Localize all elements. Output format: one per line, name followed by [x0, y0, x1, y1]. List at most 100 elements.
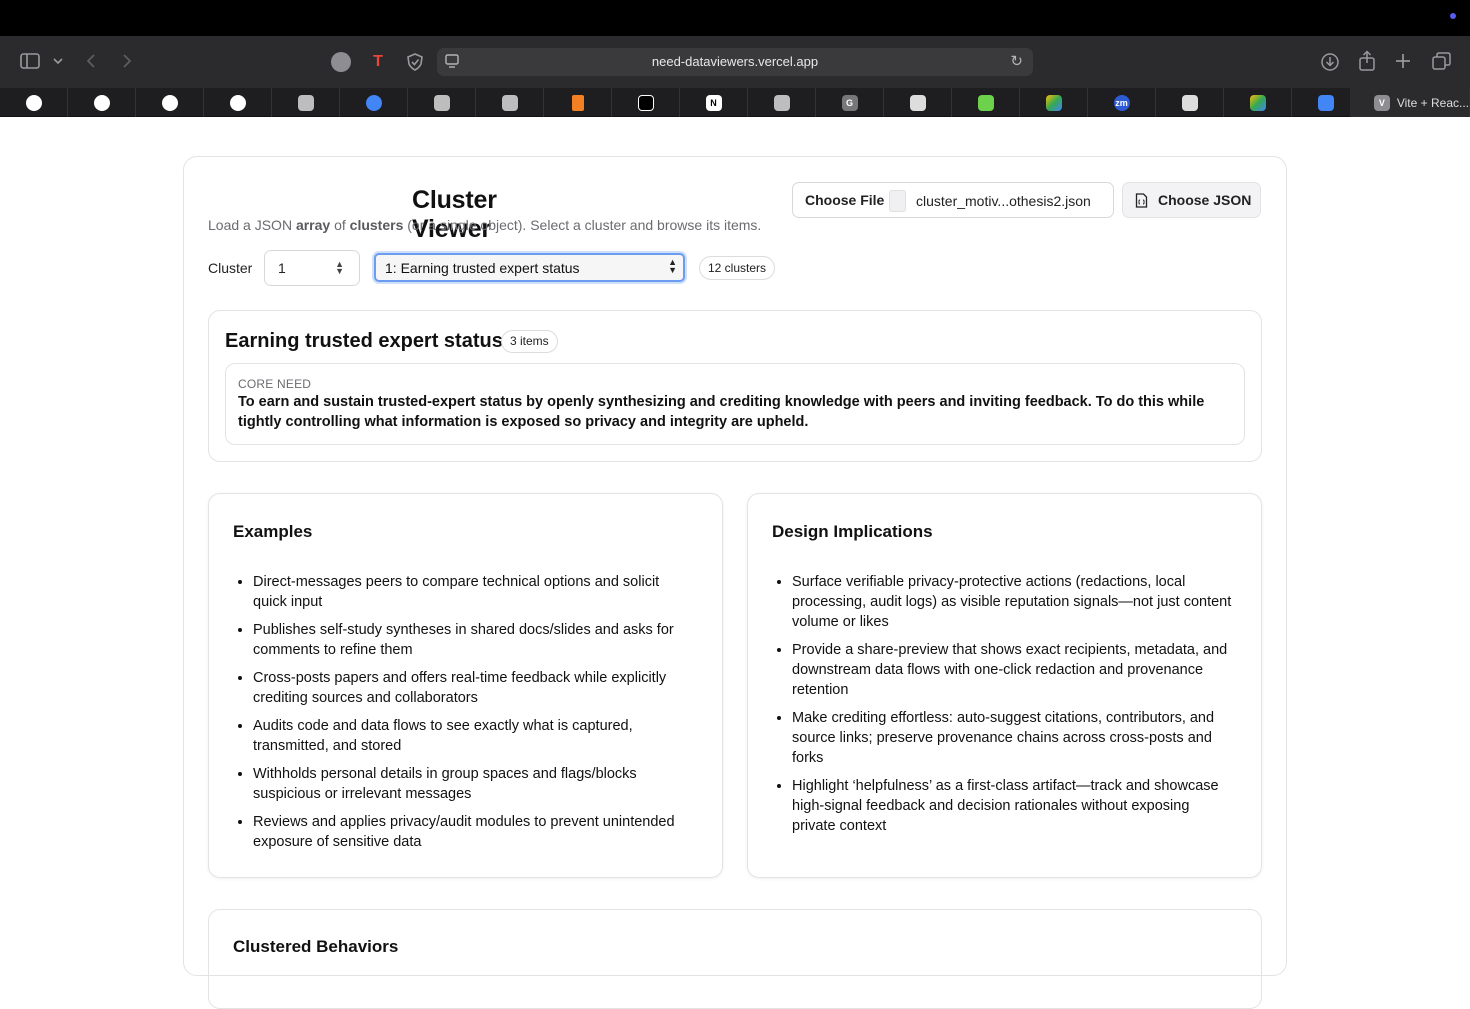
tab-g[interactable]: G	[816, 88, 884, 117]
core-need-text: To earn and sustain trusted-expert statu…	[238, 394, 1205, 430]
notion-icon: N	[705, 94, 722, 111]
openai-icon	[501, 94, 518, 111]
examples-heading: Examples	[233, 522, 313, 541]
tab-overview-icon[interactable]	[1432, 52, 1451, 70]
back-arrow-icon[interactable]	[86, 53, 96, 69]
tab-openai-4[interactable]	[748, 88, 816, 117]
cluster-viewer-card: Cluster Viewer Load a JSON array of clus…	[183, 156, 1287, 1009]
menu-bar	[0, 0, 1470, 36]
cluster-number-value: 1	[278, 260, 286, 276]
cluster-heading: Earning trusted expert status	[225, 330, 503, 352]
smiley-icon	[977, 94, 994, 111]
tab-active[interactable]: V Vite + Reac...	[1350, 88, 1470, 117]
file-json-icon	[1135, 193, 1148, 208]
cluster-select-value: 1: Earning trusted expert status	[385, 260, 580, 276]
core-need-label: CORE NEED	[238, 377, 312, 391]
core-need-box: CORE NEED To earn and sustain trusted-ex…	[225, 363, 1245, 445]
list-item: Withholds personal details in group spac…	[253, 764, 693, 804]
tab-stackoverflow[interactable]	[544, 88, 612, 117]
choose-json-button[interactable]: Choose JSON	[1122, 182, 1261, 218]
clustered-behaviors-heading: Clustered Behaviors	[233, 937, 399, 956]
film-icon	[909, 94, 926, 111]
shield-extension-icon[interactable]	[405, 52, 425, 72]
list-item: Provide a share-preview that shows exact…	[792, 640, 1232, 700]
google-drive-icon	[1045, 94, 1062, 111]
address-bar[interactable]: need-dataviewers.vercel.app ↻	[437, 48, 1033, 76]
tab-github-2[interactable]	[68, 88, 136, 117]
examples-list: Direct-messages peers to compare technic…	[253, 572, 693, 860]
design-implications-list: Surface verifiable privacy-protective ac…	[792, 572, 1232, 844]
list-item: Reviews and applies privacy/audit module…	[253, 812, 693, 852]
vite-icon: V	[1374, 94, 1390, 111]
examples-panel: Examples Direct-messages peers to compar…	[208, 493, 723, 878]
profile-extension-icon[interactable]	[331, 52, 351, 72]
cluster-select[interactable]: 1: Earning trusted expert status ▲ ▼	[374, 253, 685, 282]
tab-openai-1[interactable]	[272, 88, 340, 117]
list-item: Publishes self-study syntheses in shared…	[253, 620, 693, 660]
g-icon: G	[841, 94, 858, 111]
select-arrows-icon: ▲ ▼	[668, 257, 677, 275]
cluster-summary: Earning trusted expert status 3 items CO…	[208, 310, 1262, 462]
list-item: Surface verifiable privacy-protective ac…	[792, 572, 1232, 632]
file-name: cluster_motiv...othesis2.json	[916, 193, 1091, 209]
choose-json-label: Choose JSON	[1158, 192, 1252, 208]
stackoverflow-icon	[571, 94, 584, 111]
app-icon	[637, 94, 654, 111]
list-item: Highlight ‘helpfulness’ as a first-class…	[792, 776, 1232, 836]
zoom-icon: zm	[1113, 94, 1130, 111]
tab-notion[interactable]: N	[680, 88, 748, 117]
page: Cluster Viewer Load a JSON array of clus…	[0, 117, 1470, 1009]
google-cloud-icon	[365, 94, 382, 111]
tab-github-3[interactable]	[136, 88, 204, 117]
cluster-count-badge: 12 clusters	[699, 256, 776, 280]
chevron-down-icon[interactable]	[53, 57, 63, 65]
file-icon	[889, 190, 906, 212]
file-input[interactable]: Choose File cluster_motiv...othesis2.jso…	[792, 182, 1114, 218]
list-item: Make crediting effortless: auto-suggest …	[792, 708, 1232, 768]
list-item: Cross-posts papers and offers real-time …	[253, 668, 693, 708]
tab-app[interactable]	[612, 88, 680, 117]
page-title: Cluster Viewer	[412, 186, 497, 243]
google-docs-icon	[1317, 94, 1334, 111]
share-icon[interactable]	[1358, 50, 1376, 72]
stepper-arrows-icon[interactable]: ▲ ▼	[335, 260, 344, 276]
openai-icon	[773, 94, 790, 111]
tab-strip: N G zm V Vite + Reac...	[0, 88, 1470, 117]
openai-icon	[297, 94, 314, 111]
tab-smiley[interactable]	[952, 88, 1020, 117]
clustered-behaviors-panel: Clustered Behaviors	[208, 909, 1262, 1009]
google-drive-icon	[1249, 94, 1266, 111]
tab-gcloud[interactable]	[340, 88, 408, 117]
sidebar-toggle-icon[interactable]	[20, 53, 40, 69]
list-item: Direct-messages peers to compare technic…	[253, 572, 693, 612]
browser-toolbar: T need-dataviewers.vercel.app ↻	[0, 36, 1470, 88]
tab-openai-2[interactable]	[408, 88, 476, 117]
tab-github-1[interactable]	[0, 88, 68, 117]
page-subtitle: Load a JSON array of clusters (or a sing…	[208, 217, 762, 233]
reload-icon[interactable]: ↻	[1010, 52, 1023, 70]
tab-drive-2[interactable]	[1224, 88, 1292, 117]
film-icon	[1181, 94, 1198, 111]
github-icon	[161, 94, 178, 111]
url-text: need-dataviewers.vercel.app	[651, 54, 819, 69]
design-implications-heading: Design Implications	[772, 522, 933, 541]
status-dot-icon	[1450, 13, 1456, 19]
tab-openai-3[interactable]	[476, 88, 544, 117]
tab-github-4[interactable]	[204, 88, 272, 117]
downloads-icon[interactable]	[1320, 52, 1340, 72]
cluster-label: Cluster	[208, 260, 253, 276]
github-icon	[25, 94, 42, 111]
active-tab-label: Vite + Reac...	[1396, 95, 1469, 110]
item-count-badge: 3 items	[501, 330, 558, 353]
new-tab-icon[interactable]	[1395, 53, 1411, 69]
forward-arrow-icon[interactable]	[122, 53, 132, 69]
tab-film-1[interactable]	[884, 88, 952, 117]
design-implications-panel: Design Implications Surface verifiable p…	[747, 493, 1262, 878]
cluster-number-stepper[interactable]: 1 ▲ ▼	[264, 250, 360, 286]
choose-file-button[interactable]: Choose File	[805, 192, 884, 208]
openai-icon	[433, 94, 450, 111]
tab-film-2[interactable]	[1156, 88, 1224, 117]
tab-zoom[interactable]: zm	[1088, 88, 1156, 117]
tp-extension-icon[interactable]: T	[368, 52, 388, 72]
tab-drive-1[interactable]	[1020, 88, 1088, 117]
